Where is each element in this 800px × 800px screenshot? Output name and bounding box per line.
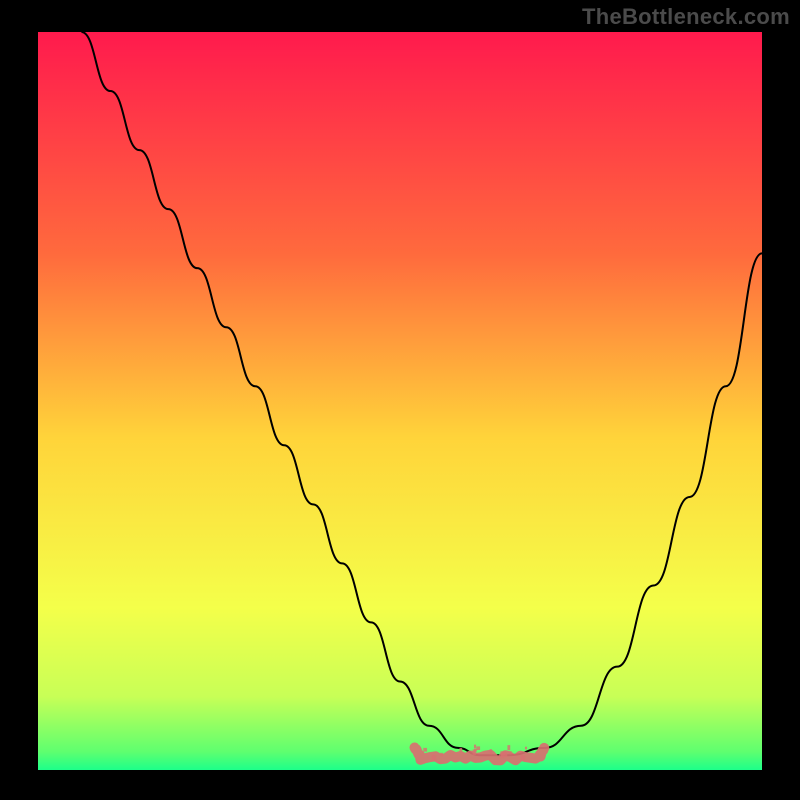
chart-frame: TheBottleneck.com [0,0,800,800]
watermark-text: TheBottleneck.com [582,4,790,30]
bottleneck-plot [0,0,800,800]
plot-background [38,32,762,770]
